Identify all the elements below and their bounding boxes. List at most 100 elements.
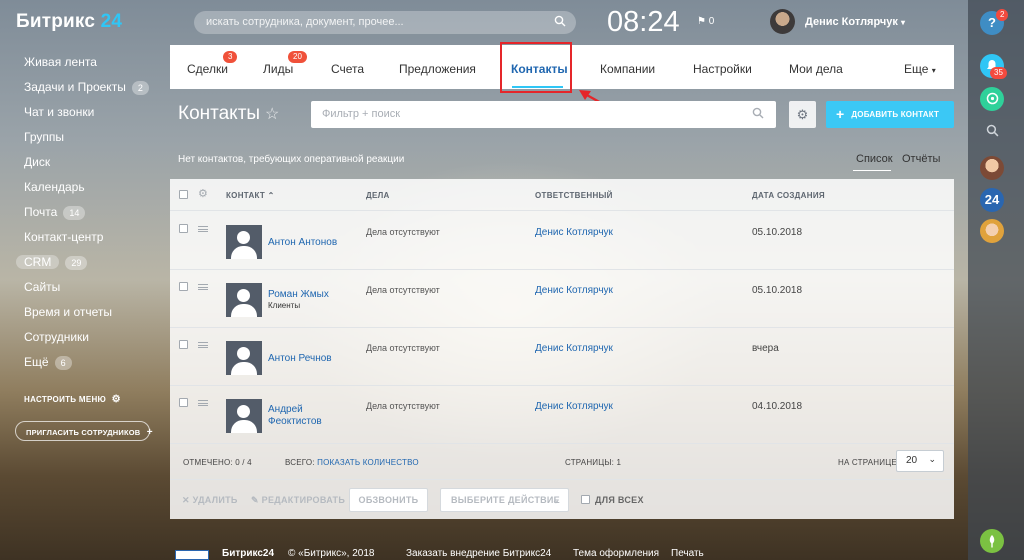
column-deals[interactable]: ДЕЛА — [366, 191, 390, 200]
table-row[interactable]: Антон Антонов Дела отсутствуют Денис Кот… — [170, 212, 954, 270]
created-date: 05.10.2018 — [752, 227, 803, 238]
sidebar-item-employees[interactable]: Сотрудники — [24, 328, 89, 346]
call-button[interactable]: ОБЗВОНИТЬ — [349, 488, 428, 512]
row-checkbox[interactable] — [179, 340, 188, 349]
deals-cell: Дела отсутствуют — [366, 285, 440, 295]
mail-badge: 14 — [63, 205, 86, 220]
sidebar-item-more[interactable]: Ещё 6 — [24, 353, 72, 371]
language-flag-icon[interactable] — [175, 550, 209, 560]
star-icon[interactable]: ☆ — [265, 104, 279, 124]
sidebar-item-chat[interactable]: Чат и звонки — [24, 103, 94, 121]
row-menu-icon[interactable] — [198, 284, 208, 290]
setup-menu-link[interactable]: НАСТРОИТЬ МЕНЮ ⚙ — [24, 394, 121, 405]
user-avatar[interactable] — [770, 9, 795, 34]
flag-counter[interactable]: ⚑ 0 — [697, 16, 714, 27]
add-contact-button[interactable]: + ДОБАВИТЬ КОНТАКТ — [826, 101, 954, 128]
global-search-input[interactable]: искать сотрудника, документ, прочее... — [194, 11, 576, 34]
tab-invoices[interactable]: Счета — [331, 62, 364, 76]
view-list-underline — [853, 170, 891, 171]
contact-name-link[interactable]: Антон Антонов — [268, 237, 337, 249]
select-all-checkbox[interactable] — [179, 190, 188, 199]
deals-cell: Дела отсутствуют — [366, 227, 440, 237]
sidebar-item-tasks[interactable]: Задачи и Проекты 2 — [24, 78, 149, 96]
tab-leads[interactable]: Лиды — [263, 62, 293, 76]
user-avatar-2[interactable] — [980, 219, 1004, 243]
per-page-select[interactable]: 20 ⌄ — [896, 450, 944, 472]
crm-badge: 29 — [65, 255, 88, 270]
responsible-link[interactable]: Денис Котлярчук — [535, 227, 613, 238]
row-checkbox[interactable] — [179, 282, 188, 291]
table-row[interactable]: Роман Жмых Клиенты Дела отсутствуют Дени… — [170, 270, 954, 328]
contact-name-link[interactable]: Роман Жмых — [268, 289, 329, 301]
order-implementation-link[interactable]: Заказать внедрение Битрикс24 — [406, 548, 551, 559]
tab-companies[interactable]: Компании — [600, 62, 655, 76]
tab-quotes[interactable]: Предложения — [399, 62, 476, 76]
gear-icon[interactable]: ⚙ — [198, 187, 208, 200]
logo[interactable]: Битрикс 24 — [16, 11, 122, 33]
filter-search-input[interactable]: Фильтр + поиск — [311, 101, 776, 128]
choose-action-select[interactable]: ВЫБЕРИТЕ ДЕЙСТВИЕ ⌄ — [440, 488, 569, 512]
show-count-link[interactable]: ПОКАЗАТЬ КОЛИЧЕСТВО — [317, 458, 419, 467]
search-icon[interactable] — [752, 107, 764, 122]
sidebar-item-calendar[interactable]: Календарь — [24, 178, 85, 196]
per-page-label: НА СТРАНИЦЕ: — [838, 458, 900, 467]
for-all-checkbox[interactable] — [581, 495, 590, 504]
column-responsible[interactable]: ОТВЕТСТВЕННЫЙ — [535, 191, 613, 200]
leaf-icon[interactable] — [980, 529, 1004, 553]
row-menu-icon[interactable] — [198, 342, 208, 348]
theme-link[interactable]: Тема оформления — [573, 548, 659, 559]
view-list-tab[interactable]: Список — [856, 153, 893, 165]
responsible-link[interactable]: Денис Котлярчук — [535, 343, 613, 354]
sidebar-item-sites[interactable]: Сайты — [24, 278, 60, 296]
sort-up-icon: ⌃ — [267, 191, 275, 200]
deals-cell: Дела отсутствуют — [366, 401, 440, 411]
responsible-link[interactable]: Денис Котлярчук — [535, 401, 613, 412]
gear-icon: ⚙ — [111, 394, 121, 405]
column-contact[interactable]: КОНТАКТ ⌃ — [226, 191, 275, 200]
print-link[interactable]: Печать — [671, 548, 704, 559]
contact-name-link[interactable]: Андрей Феоктистов — [268, 404, 338, 428]
copyright: © «Битрикс», 2018 — [288, 548, 375, 559]
tab-deals[interactable]: Сделки — [187, 62, 228, 76]
row-menu-icon[interactable] — [198, 400, 208, 406]
group-actions: ✕ УДАЛИТЬ ✎ РЕДАКТИРОВАТЬ ОБЗВОНИТЬ ВЫБЕ… — [170, 479, 954, 519]
user-avatar-1[interactable] — [980, 156, 1004, 180]
more-badge: 6 — [54, 355, 72, 370]
total-count: ВСЕГО: ПОКАЗАТЬ КОЛИЧЕСТВО — [285, 458, 419, 467]
sidebar-item-mail[interactable]: Почта 14 — [24, 203, 86, 221]
sidebar-item-crm[interactable]: CRM 29 — [16, 253, 88, 271]
tab-my-activities[interactable]: Мои дела — [789, 62, 843, 76]
search-placeholder: искать сотрудника, документ, прочее... — [206, 16, 404, 28]
tab-settings[interactable]: Настройки — [693, 62, 752, 76]
table-row[interactable]: Андрей Феоктистов Дела отсутствуют Денис… — [170, 386, 954, 444]
search-icon[interactable] — [554, 15, 566, 30]
chat-icon[interactable] — [980, 87, 1004, 111]
sidebar-item-disk[interactable]: Диск — [24, 153, 50, 171]
view-reports-tab[interactable]: Отчёты — [902, 153, 940, 165]
tab-more[interactable]: Еще ▾ — [904, 62, 936, 76]
page-title: Контакты — [178, 103, 261, 124]
gear-icon: ⚙ — [796, 107, 809, 122]
row-checkbox[interactable] — [179, 224, 188, 233]
settings-gear-button[interactable]: ⚙ — [789, 101, 816, 128]
sidebar-item-feed[interactable]: Живая лента — [24, 53, 97, 71]
sidebar-item-contact-center[interactable]: Контакт-центр — [24, 228, 103, 246]
row-menu-icon[interactable] — [198, 226, 208, 232]
search-icon[interactable] — [980, 119, 1004, 143]
column-created[interactable]: ДАТА СОЗДАНИЯ — [752, 191, 825, 200]
chevron-down-icon: ▾ — [901, 18, 906, 27]
clock[interactable]: 08:24 — [607, 6, 680, 39]
invite-employees-button[interactable]: ПРИГЛАСИТЬ СОТРУДНИКОВ + — [15, 421, 153, 441]
edit-button[interactable]: ✎ РЕДАКТИРОВАТЬ — [251, 495, 345, 506]
created-date: вчера — [752, 343, 779, 354]
bitrix24-icon[interactable]: 24 — [980, 188, 1004, 212]
delete-button[interactable]: ✕ УДАЛИТЬ — [182, 495, 238, 506]
responsible-link[interactable]: Денис Котлярчук — [535, 285, 613, 296]
user-menu[interactable]: Денис Котлярчук ▾ — [805, 16, 905, 28]
sidebar-item-groups[interactable]: Группы — [24, 128, 64, 146]
sidebar-item-time[interactable]: Время и отчеты — [24, 303, 112, 321]
contact-name-link[interactable]: Антон Речнов — [268, 353, 332, 365]
grid-header: ⚙ КОНТАКТ ⌃ ДЕЛА ОТВЕТСТВЕННЫЙ ДАТА СОЗД… — [170, 179, 954, 211]
table-row[interactable]: Антон Речнов Дела отсутствуют Денис Котл… — [170, 328, 954, 386]
row-checkbox[interactable] — [179, 398, 188, 407]
